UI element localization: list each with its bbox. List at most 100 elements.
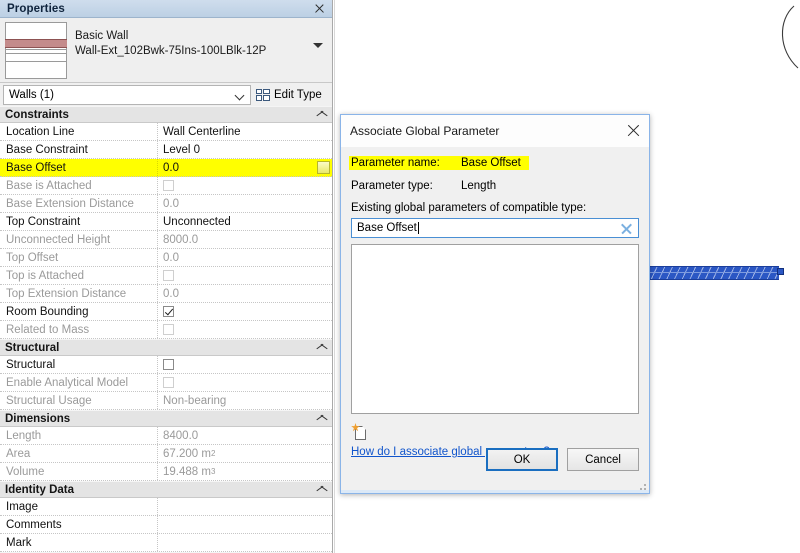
parameter-value-cell[interactable]: 67.200 m2	[158, 445, 332, 462]
associate-global-parameter-button[interactable]	[317, 161, 330, 174]
unit-exponent: 2	[210, 449, 216, 458]
new-parameter-icon[interactable]	[351, 423, 370, 442]
close-icon[interactable]	[313, 2, 326, 15]
parameter-value-text: 8400.0	[163, 429, 199, 442]
parameter-value-cell[interactable]: Level 0	[158, 141, 332, 158]
parameter-value-text: 19.488 m	[163, 465, 211, 478]
global-parameter-input[interactable]: Base Offset	[351, 218, 639, 238]
parameter-value-text: Wall Centerline	[163, 125, 241, 138]
checkbox[interactable]	[163, 180, 174, 191]
edit-type-button[interactable]: Edit Type	[251, 89, 332, 101]
checkbox[interactable]	[163, 270, 174, 281]
parameter-value-cell[interactable]	[158, 321, 332, 338]
parameter-name-cell: Related to Mass	[0, 321, 158, 338]
parameter-value-text: 0.0	[163, 251, 179, 264]
unit-exponent: 3	[210, 467, 216, 476]
cancel-button[interactable]: Cancel	[567, 448, 639, 471]
parameter-value-text: 8000.0	[163, 233, 199, 246]
parameter-group-header[interactable]: Identity Data	[0, 481, 332, 498]
parameter-value-cell[interactable]: Non-bearing	[158, 392, 332, 409]
parameter-value-text: Unconnected	[163, 215, 231, 228]
parameter-value-cell[interactable]	[158, 303, 332, 320]
chevron-down-icon[interactable]	[313, 43, 323, 48]
parameter-row[interactable]: Image	[0, 498, 332, 516]
chevron-up-icon[interactable]	[316, 485, 325, 494]
parameter-value-cell[interactable]	[158, 516, 332, 533]
checkbox[interactable]	[163, 306, 174, 317]
wall-type-thumbnail	[5, 22, 67, 79]
parameter-value-cell[interactable]	[158, 374, 332, 391]
parameter-value-cell[interactable]: 0.0	[158, 195, 332, 212]
parameter-name-value: Base Offset	[461, 157, 521, 169]
dialog-buttons: OK Cancel	[486, 448, 639, 471]
instance-selector-value: Walls (1)	[9, 89, 54, 101]
instance-selector[interactable]: Walls (1)	[3, 85, 251, 105]
parameter-group-header[interactable]: Dimensions	[0, 410, 332, 427]
checkbox[interactable]	[163, 324, 174, 335]
parameter-row[interactable]: Volume 19.488 m3	[0, 463, 332, 481]
checkbox[interactable]	[163, 377, 174, 388]
parameter-type-label: Parameter type:	[351, 180, 433, 192]
parameter-value-cell[interactable]: 8000.0	[158, 231, 332, 248]
parameter-row[interactable]: Length 8400.0	[0, 427, 332, 445]
wall-grip-right[interactable]	[777, 268, 784, 275]
checkbox[interactable]	[163, 359, 174, 370]
parameter-value-cell[interactable]	[158, 534, 332, 551]
parameter-value-text: 0.0	[163, 287, 179, 300]
parameter-value-cell[interactable]: Wall Centerline	[158, 123, 332, 140]
parameter-value-cell[interactable]	[158, 498, 332, 515]
parameter-row[interactable]: Structural Usage Non-bearing	[0, 392, 332, 410]
parameter-row[interactable]: Top Offset 0.0	[0, 249, 332, 267]
chevron-up-icon[interactable]	[316, 414, 325, 423]
parameter-row[interactable]: Comments	[0, 516, 332, 534]
parameter-row[interactable]: Area 67.200 m2	[0, 445, 332, 463]
parameter-row[interactable]: Enable Analytical Model	[0, 374, 332, 392]
type-family-label: Basic Wall	[75, 30, 129, 42]
parameter-value-cell[interactable]	[158, 356, 332, 373]
parameter-value-text: Non-bearing	[163, 394, 227, 407]
parameter-value-cell[interactable]	[158, 267, 332, 284]
instance-selector-row: Walls (1) Edit Type	[0, 83, 332, 108]
parameter-row[interactable]: Base is Attached	[0, 177, 332, 195]
parameter-row[interactable]: Base Constraint Level 0	[0, 141, 332, 159]
parameter-value-cell[interactable]	[158, 177, 332, 194]
parameter-row[interactable]: Base Offset 0.0	[0, 159, 332, 177]
parameter-name-cell: Room Bounding	[0, 303, 158, 320]
parameter-row[interactable]: Top is Attached	[0, 267, 332, 285]
parameter-name-cell: Mark	[0, 534, 158, 551]
parameter-name-cell: Comments	[0, 516, 158, 533]
parameter-value-cell[interactable]: 19.488 m3	[158, 463, 332, 480]
parameter-row[interactable]: Room Bounding	[0, 303, 332, 321]
chevron-up-icon[interactable]	[316, 110, 325, 119]
parameter-row[interactable]: Unconnected Height 8000.0	[0, 231, 332, 249]
type-selector-text: Basic Wall Wall-Ext_102Bwk-75Ins-100LBlk…	[67, 18, 266, 59]
parameter-value-cell[interactable]: 0.0	[158, 249, 332, 266]
parameter-value-cell[interactable]: 8400.0	[158, 427, 332, 444]
parameter-value-cell[interactable]: 0.0	[158, 285, 332, 302]
chevron-up-icon[interactable]	[316, 343, 325, 352]
parameter-row[interactable]: Top Constraint Unconnected	[0, 213, 332, 231]
ok-button[interactable]: OK	[486, 448, 558, 471]
parameter-grid[interactable]: Constraints Location Line Wall Centerline B…	[0, 106, 332, 553]
selected-wall[interactable]	[641, 266, 779, 280]
arc-element	[758, 0, 800, 72]
canvas-left-border	[334, 0, 335, 553]
parameter-row[interactable]: Related to Mass	[0, 321, 332, 339]
parameter-row[interactable]: Mark	[0, 534, 332, 552]
parameter-row[interactable]: Location Line Wall Centerline	[0, 123, 332, 141]
parameter-group-header[interactable]: Constraints	[0, 106, 332, 123]
parameter-group-header[interactable]: Structural	[0, 339, 332, 356]
parameter-value-cell[interactable]: Unconnected	[158, 213, 332, 230]
parameter-row[interactable]: Structural	[0, 356, 332, 374]
parameter-row[interactable]: Base Extension Distance 0.0	[0, 195, 332, 213]
clear-icon[interactable]	[620, 222, 633, 235]
parameter-value-cell[interactable]: 0.0	[158, 159, 332, 176]
parameter-name-cell: Volume	[0, 463, 158, 480]
resize-grip[interactable]	[636, 480, 646, 490]
close-icon[interactable]	[626, 123, 641, 138]
wall-centerline	[641, 272, 779, 273]
parameter-name-cell: Structural Usage	[0, 392, 158, 409]
global-parameters-listbox[interactable]	[351, 244, 639, 414]
type-selector-header[interactable]: Basic Wall Wall-Ext_102Bwk-75Ins-100LBlk…	[0, 18, 332, 83]
parameter-row[interactable]: Top Extension Distance 0.0	[0, 285, 332, 303]
